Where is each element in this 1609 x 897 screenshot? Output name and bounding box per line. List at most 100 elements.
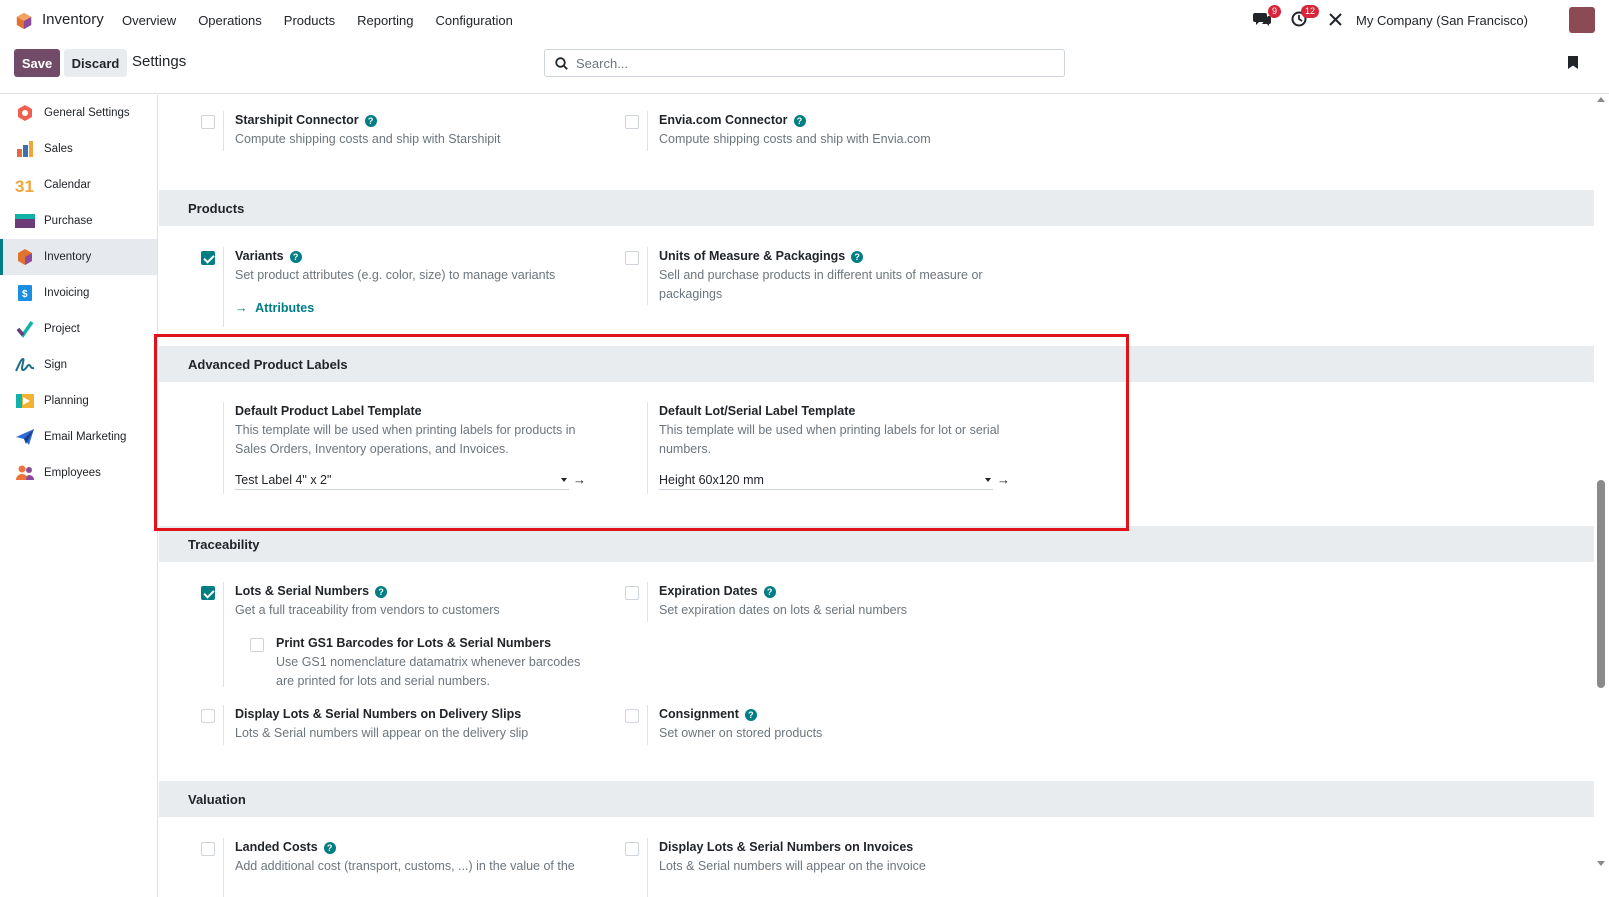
- scroll-up-arrow-icon[interactable]: [1597, 97, 1605, 102]
- sidebar-item-purchase[interactable]: Purchase: [0, 203, 157, 239]
- sidebar-item-sales[interactable]: Sales: [0, 131, 157, 167]
- help-icon[interactable]: ?: [364, 115, 377, 127]
- menu-overview[interactable]: Overview: [122, 13, 176, 28]
- divider: [223, 247, 224, 327]
- sidebar-item-label: General Settings: [44, 107, 130, 119]
- help-icon[interactable]: ?: [744, 709, 757, 721]
- svg-text:31: 31: [15, 177, 34, 194]
- help-icon[interactable]: ?: [289, 251, 302, 263]
- product-label-template-select[interactable]: Test Label 4" x 2": [235, 470, 569, 490]
- scrollbar-thumb[interactable]: [1597, 480, 1605, 688]
- help-icon[interactable]: ?: [763, 586, 776, 598]
- email-marketing-icon: [15, 427, 35, 447]
- scroll-down-arrow-icon[interactable]: [1597, 861, 1605, 866]
- sidebar-item-label: Email Marketing: [44, 431, 127, 443]
- setting-title: Starshipit Connector: [235, 113, 359, 127]
- setting-uom: Units of Measure & Packagings? Sell and …: [625, 247, 1025, 305]
- setting-default-product-label: Default Product Label Template This temp…: [201, 402, 601, 494]
- sidebar-item-label: Sign: [44, 359, 68, 371]
- divider: [647, 111, 648, 151]
- lots-serial-checkbox[interactable]: [201, 586, 215, 600]
- vertical-scrollbar[interactable]: [1594, 95, 1609, 897]
- setting-default-lot-serial-label: Default Lot/Serial Label Template This t…: [625, 402, 1025, 494]
- menu-reporting[interactable]: Reporting: [357, 13, 413, 28]
- menu-operations[interactable]: Operations: [198, 13, 262, 28]
- sidebar-item-label: Inventory: [44, 251, 92, 263]
- variants-checkbox[interactable]: [201, 251, 215, 265]
- user-avatar[interactable]: [1569, 7, 1595, 33]
- app-name[interactable]: Inventory: [42, 11, 104, 28]
- attributes-link-label: Attributes: [255, 300, 315, 315]
- tools-icon[interactable]: [1328, 12, 1348, 32]
- setting-description: Set owner on stored products: [659, 726, 823, 740]
- sidebar-item-sign[interactable]: Sign: [0, 347, 157, 383]
- starshipit-checkbox[interactable]: [201, 115, 215, 129]
- sidebar-item-planning[interactable]: Planning: [0, 383, 157, 419]
- envia-checkbox[interactable]: [625, 115, 639, 129]
- sidebar-item-label: Calendar: [44, 179, 91, 191]
- setting-title: Default Lot/Serial Label Template: [659, 404, 856, 418]
- sidebar-item-general-settings[interactable]: General Settings: [0, 95, 157, 131]
- search-box[interactable]: [544, 49, 1065, 77]
- lots-invoices-checkbox[interactable]: [625, 842, 639, 856]
- messages-icon[interactable]: 9: [1253, 5, 1281, 31]
- attributes-link[interactable]: → Attributes: [235, 300, 595, 315]
- top-navbar: Inventory Overview Operations Products R…: [0, 0, 1609, 40]
- divider: [647, 582, 648, 622]
- setting-landed-costs: Landed Costs? Add additional cost (trans…: [201, 838, 601, 897]
- save-button[interactable]: Save: [14, 49, 60, 77]
- help-icon[interactable]: ?: [793, 115, 806, 127]
- section-heading-products: Products: [159, 190, 1594, 226]
- consignment-checkbox[interactable]: [625, 709, 639, 723]
- sidebar-item-label: Purchase: [44, 215, 93, 227]
- bookmark-icon[interactable]: [1567, 55, 1579, 70]
- page-title: Settings: [132, 53, 187, 70]
- help-icon[interactable]: ?: [323, 842, 336, 854]
- setting-description: Set product attributes (e.g. color, size…: [235, 268, 556, 282]
- sidebar-item-email-marketing[interactable]: Email Marketing: [0, 419, 157, 455]
- setting-title: Default Product Label Template: [235, 404, 422, 418]
- divider: [223, 838, 224, 897]
- activities-icon[interactable]: 12: [1291, 5, 1319, 31]
- setting-description: Set expiration dates on lots & serial nu…: [659, 603, 908, 617]
- divider: [223, 111, 224, 151]
- sidebar-item-employees[interactable]: Employees: [0, 455, 157, 491]
- help-icon[interactable]: ?: [375, 586, 388, 598]
- divider: [647, 705, 648, 745]
- setting-title: Units of Measure & Packagings: [659, 249, 846, 263]
- setting-description: Compute shipping costs and ship with Env…: [659, 132, 931, 146]
- search-icon: [555, 56, 568, 70]
- setting-description: This template will be used when printing…: [235, 423, 576, 437]
- setting-title: Display Lots & Serial Numbers on Invoice…: [659, 840, 914, 854]
- setting-description: packagings: [659, 286, 723, 301]
- search-input[interactable]: [576, 55, 1036, 71]
- caret-down-icon: [985, 478, 991, 482]
- sales-icon: [15, 139, 35, 159]
- sidebar-item-label: Invoicing: [44, 287, 90, 299]
- sidebar-item-calendar[interactable]: 31 Calendar: [0, 167, 157, 203]
- menu-products[interactable]: Products: [284, 13, 335, 28]
- uom-checkbox[interactable]: [625, 251, 639, 265]
- delivery-slips-checkbox[interactable]: [201, 709, 215, 723]
- landed-costs-checkbox[interactable]: [201, 842, 215, 856]
- invoicing-icon: $: [15, 283, 35, 303]
- sidebar-item-inventory[interactable]: Inventory: [0, 239, 157, 275]
- divider: [647, 402, 648, 494]
- section-heading-advanced-product-labels: Advanced Product Labels: [159, 346, 1594, 382]
- discard-button[interactable]: Discard: [64, 49, 127, 77]
- inventory-app-icon[interactable]: [15, 12, 33, 30]
- help-icon[interactable]: ?: [851, 251, 864, 263]
- lot-serial-label-template-select[interactable]: Height 60x120 mm: [659, 470, 993, 490]
- external-link-arrow-icon[interactable]: →: [997, 472, 1010, 487]
- setting-description: Get a full traceability from vendors to …: [235, 603, 500, 617]
- sidebar-item-invoicing[interactable]: $ Invoicing: [0, 275, 157, 311]
- sidebar-item-project[interactable]: Project: [0, 311, 157, 347]
- external-link-arrow-icon[interactable]: →: [573, 472, 586, 487]
- sidebar-item-label: Sales: [44, 143, 73, 155]
- setting-envia: Envia.com Connector? Compute shipping co…: [625, 111, 1025, 151]
- select-value: Height 60x120 mm: [659, 472, 764, 487]
- gs1-checkbox[interactable]: [250, 638, 264, 652]
- menu-configuration[interactable]: Configuration: [435, 13, 512, 28]
- company-switcher[interactable]: My Company (San Francisco): [1356, 13, 1528, 28]
- expiration-checkbox[interactable]: [625, 586, 639, 600]
